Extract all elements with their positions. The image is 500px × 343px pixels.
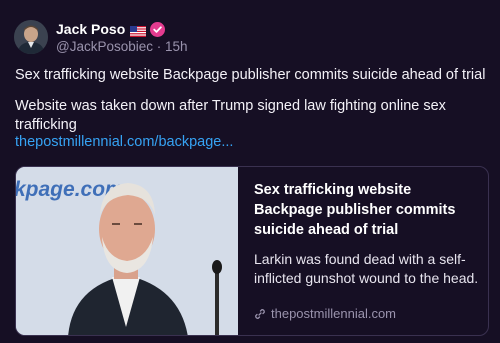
author-name-row: Jack Poso (56, 19, 166, 39)
author-handle[interactable]: @JackPosobiec (56, 39, 153, 54)
post-time[interactable]: 15h (165, 39, 188, 54)
card-thumbnail: kpage.com (16, 167, 238, 335)
verified-badge-icon (150, 21, 166, 37)
card-title[interactable]: Sex trafficking website Backpage publish… (254, 180, 482, 240)
post-link[interactable]: thepostmillennial.com/backpage... (15, 134, 233, 150)
link-preview-card[interactable]: kpage.com Sex trafficking website Backpa… (15, 166, 489, 336)
meta-separator: · (156, 39, 162, 54)
card-body: Sex trafficking website Backpage publish… (254, 180, 482, 288)
post: Jack Poso @JackPosobiec · 15h Sex traffi… (0, 0, 500, 343)
card-domain-row: thepostmillennial.com (254, 306, 396, 321)
us-flag-icon (130, 24, 147, 37)
post-subtext: Website was taken down after Trump signe… (15, 98, 446, 133)
link-icon (255, 308, 265, 319)
card-description: Larkin was found dead with a self-inflic… (254, 251, 479, 286)
post-headline: Sex trafficking website Backpage publish… (15, 67, 486, 83)
card-domain: thepostmillennial.com (271, 306, 397, 321)
author-display-name[interactable]: Jack Poso (56, 21, 125, 37)
author-avatar[interactable] (14, 20, 48, 54)
author-meta: @JackPosobiec · 15h (56, 39, 188, 54)
